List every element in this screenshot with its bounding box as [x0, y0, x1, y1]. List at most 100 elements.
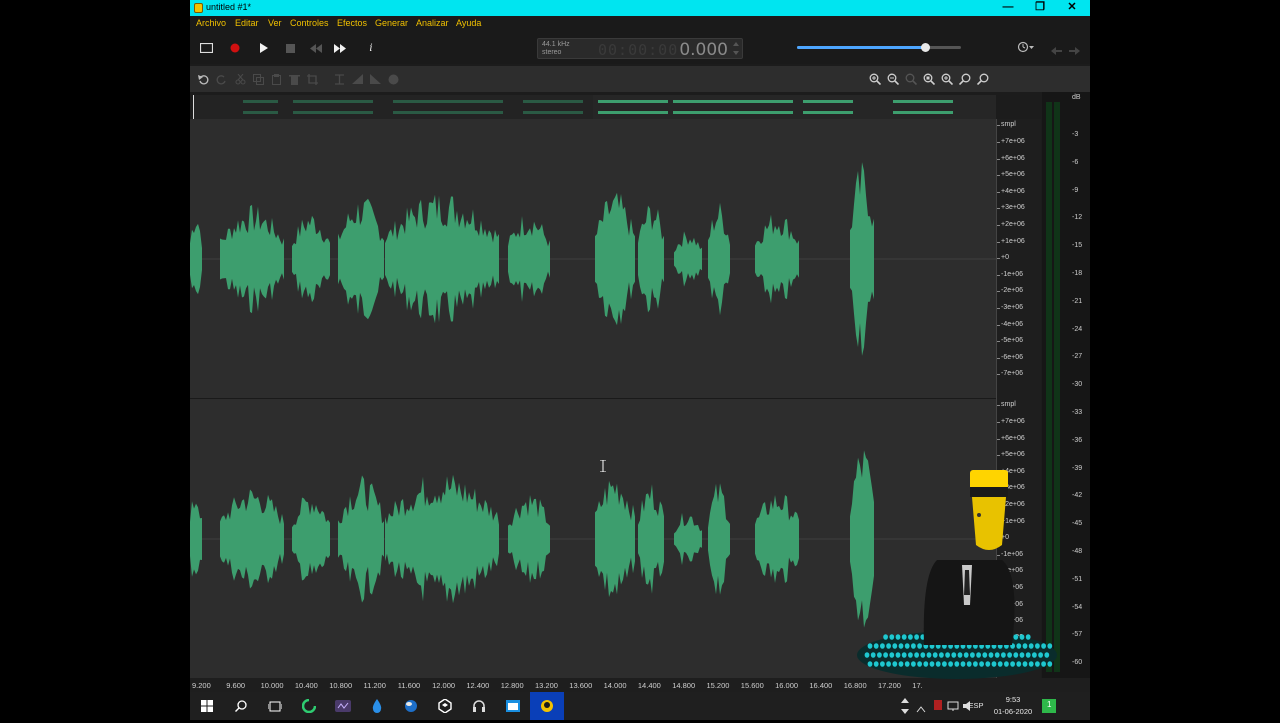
- drop-icon[interactable]: [360, 692, 394, 720]
- notification-icon[interactable]: 1: [1042, 699, 1056, 713]
- menu-generar[interactable]: Generar: [375, 18, 408, 28]
- redo-icon[interactable]: [214, 72, 228, 86]
- zoom-fit-icon[interactable]: [922, 72, 936, 86]
- copy-icon[interactable]: [251, 72, 265, 86]
- hex-tile: [908, 634, 913, 640]
- hex-tile: [883, 634, 888, 640]
- db-tick-label: -60: [1072, 659, 1083, 667]
- zoom-full-icon[interactable]: [940, 72, 954, 86]
- time-tick-label: 14.800: [672, 681, 696, 690]
- waveform-overview[interactable]: [193, 95, 996, 119]
- volume-slider[interactable]: [797, 43, 961, 52]
- network-icon[interactable]: [947, 699, 959, 717]
- rewind-icon[interactable]: [308, 40, 324, 56]
- delete-icon[interactable]: [287, 72, 301, 86]
- search-icon[interactable]: [224, 692, 258, 720]
- record-icon[interactable]: [227, 40, 243, 56]
- time-tick-label: 11.200: [363, 681, 386, 690]
- amplitude-tick-label: +2e+06: [997, 221, 1025, 228]
- waveform-segment: [850, 162, 874, 356]
- hex-tile: [877, 652, 882, 658]
- maximize-button[interactable]: ❐: [1024, 0, 1056, 16]
- play-icon[interactable]: [256, 40, 272, 56]
- media-icon[interactable]: [326, 692, 360, 720]
- menu-analizar[interactable]: Analizar: [416, 18, 449, 28]
- clock-date[interactable]: 01-06-2020: [988, 707, 1038, 716]
- fade-out-icon[interactable]: [368, 72, 382, 86]
- normalize-icon[interactable]: [386, 72, 400, 86]
- close-button[interactable]: ✕: [1056, 0, 1088, 16]
- crop-icon[interactable]: [305, 72, 319, 86]
- db-tick-label: -48: [1072, 548, 1083, 555]
- cut-icon[interactable]: [233, 72, 247, 86]
- hex-tile: [1019, 652, 1025, 658]
- avatar-character: [857, 470, 1057, 679]
- waveform-segment: [674, 512, 702, 566]
- waveform-segment: [338, 475, 384, 603]
- ruler-unit-label: smpl: [997, 401, 1016, 408]
- window-icon[interactable]: [496, 692, 530, 720]
- db-tick-label: -42: [1072, 492, 1083, 500]
- waveform-segment: [220, 489, 284, 589]
- start-icon[interactable]: [190, 692, 224, 720]
- zoom-marker-in-icon[interactable]: [958, 72, 972, 86]
- tray-arrows-icon[interactable]: [900, 694, 910, 723]
- amplitude-tick-label: +7e+06: [997, 418, 1025, 425]
- view-toggle-icon[interactable]: [198, 40, 214, 56]
- waveform-segment: [638, 205, 664, 313]
- clock-time[interactable]: 9:53: [988, 695, 1038, 704]
- db-tick-label: -54: [1072, 603, 1083, 611]
- undo-icon[interactable]: [196, 72, 210, 86]
- hex-tile: [1007, 652, 1012, 658]
- zoom-in-icon[interactable]: [868, 72, 882, 86]
- task-view-icon[interactable]: [258, 692, 292, 720]
- paste-icon[interactable]: [269, 72, 283, 86]
- globe-icon[interactable]: [394, 692, 428, 720]
- shield-icon[interactable]: [932, 698, 944, 717]
- app-icon: [194, 3, 203, 13]
- hex-tile: [1019, 634, 1025, 640]
- amplitude-tick-label: +5e+06: [997, 171, 1025, 179]
- fast-forward-icon[interactable]: [332, 40, 348, 56]
- headphones-icon[interactable]: [462, 692, 496, 720]
- language-indicator[interactable]: ESP: [968, 701, 984, 710]
- menu-archivo[interactable]: Archivo: [196, 18, 226, 28]
- hex-tile: [963, 652, 969, 658]
- hex-tile: [864, 652, 870, 658]
- zoom-selection-icon[interactable]: [904, 72, 918, 86]
- info-button[interactable]: i: [363, 40, 379, 56]
- back-arrow-icon[interactable]: [1051, 42, 1062, 60]
- minimize-button[interactable]: —: [992, 0, 1024, 16]
- hex-tile: [997, 661, 1003, 667]
- spin-arrows-icon[interactable]: [733, 42, 739, 60]
- history-icon[interactable]: [1017, 40, 1035, 58]
- time-tick-label: 15.200: [706, 681, 730, 690]
- hex-tile: [873, 643, 879, 649]
- trim-icon[interactable]: [332, 72, 346, 86]
- waveform-segment: [190, 501, 202, 577]
- db-tick-label: -12: [1072, 214, 1083, 222]
- hex-tile: [1013, 652, 1019, 658]
- fade-in-icon[interactable]: [350, 72, 364, 86]
- hex-tile: [1028, 661, 1034, 667]
- hex-tile: [901, 652, 907, 658]
- ocenaudio-icon[interactable]: [530, 692, 564, 720]
- browser-icon[interactable]: [292, 692, 326, 720]
- zoom-marker-out-icon[interactable]: [976, 72, 990, 86]
- menu-controles[interactable]: Controles: [290, 18, 329, 28]
- menu-efectos[interactable]: Efectos: [337, 18, 367, 28]
- menu-ver[interactable]: Ver: [268, 18, 282, 28]
- hex-tile: [1025, 634, 1031, 640]
- db-tick-label: -27: [1072, 353, 1083, 361]
- zoom-out-icon[interactable]: [886, 72, 900, 86]
- forward-arrow-icon[interactable]: [1069, 42, 1080, 60]
- amplitude-tick-label: +6e+06: [997, 434, 1025, 442]
- menu-editar[interactable]: Editar: [235, 18, 259, 28]
- unity-icon[interactable]: [428, 692, 462, 720]
- stop-icon[interactable]: [282, 40, 298, 56]
- waveform-segment: [508, 216, 550, 302]
- chevron-up-icon[interactable]: [916, 700, 926, 718]
- meter-unit-label: dB: [1072, 94, 1081, 101]
- menu-ayuda[interactable]: Ayuda: [456, 18, 481, 28]
- volume-handle[interactable]: [920, 43, 930, 52]
